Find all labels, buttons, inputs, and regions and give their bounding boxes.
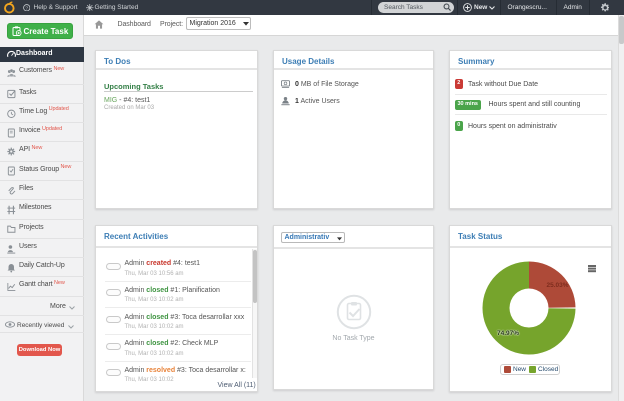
svg-text:?: ? (25, 6, 28, 12)
